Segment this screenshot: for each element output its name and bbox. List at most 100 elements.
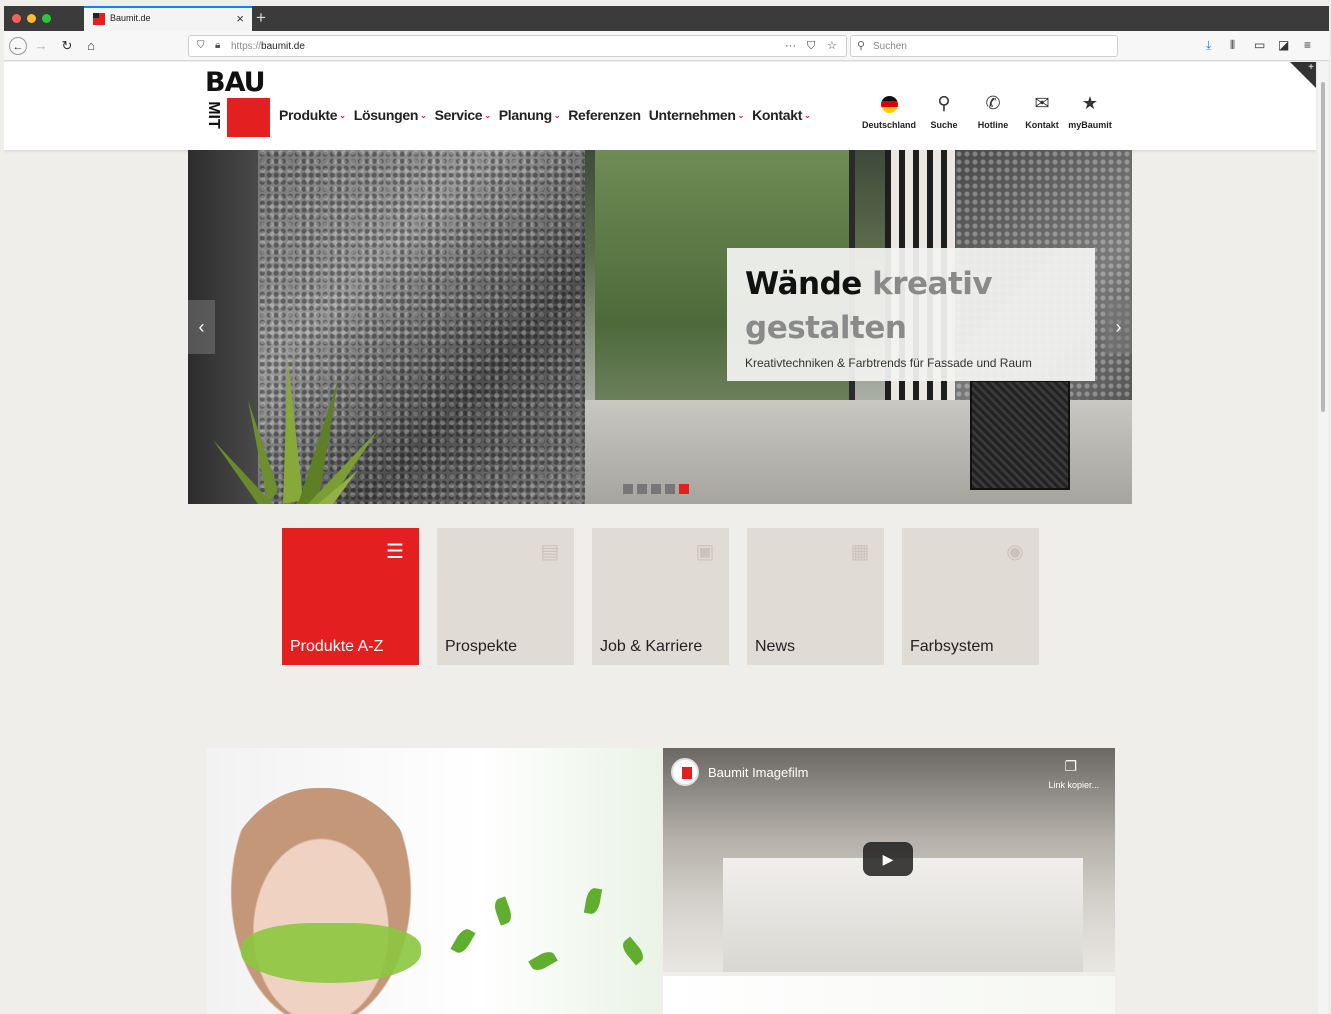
chevron-down-icon: ⌄	[339, 111, 346, 120]
hero-caption[interactable]: Wände kreativ gestalten Kreativtechniken …	[727, 248, 1095, 381]
play-icon: ▶	[882, 851, 894, 867]
mybaumit-label: myBaumit	[1068, 120, 1112, 130]
chevron-right-icon: ›	[1115, 317, 1122, 337]
nav-item-produkte[interactable]: Produkte ⌄	[279, 107, 346, 123]
hero-subtitle: Kreativtechniken & Farbtrends für Fassad…	[745, 356, 1032, 370]
hero-image-chair	[970, 380, 1070, 490]
slider-dots	[623, 484, 689, 494]
lower-teaser-image[interactable]	[663, 976, 1115, 1014]
channel-logo-icon[interactable]	[671, 758, 699, 786]
page-content: + BAU MIT Produkte ⌄ Lösungen ⌄ Service ⌄ P…	[4, 62, 1316, 1014]
nav-item-loesungen[interactable]: Lösungen ⌄	[354, 107, 427, 123]
hero-slider[interactable]: Wände kreativ gestalten Kreativtechniken …	[188, 150, 1132, 504]
newspaper-icon: ▦	[850, 541, 870, 563]
forward-button[interactable]: →	[32, 37, 50, 55]
tile-label: News	[755, 638, 796, 655]
lock-icon[interactable]: 🔒︎	[215, 40, 220, 52]
chevron-left-icon: ‹	[198, 317, 205, 337]
nav-item-referenzen[interactable]: Referenzen	[568, 107, 641, 123]
tile-prospekte[interactable]: ▤ Prospekte	[437, 528, 574, 665]
zoom-window-button[interactable]	[42, 14, 51, 23]
pocket-icon[interactable]: ⛉	[807, 39, 815, 53]
browser-tab[interactable]: Baumit.de ×	[84, 6, 252, 31]
video-player[interactable]: Baumit Imagefilm ❐ Link kopier... ▶	[663, 748, 1115, 972]
title-bar: Baumit.de × +	[4, 6, 1329, 31]
nav-item-unternehmen[interactable]: Unternehmen ⌄	[649, 107, 745, 123]
copy-link-icon[interactable]: ❐	[1064, 758, 1077, 775]
tile-label: Job & Karriere	[600, 638, 703, 655]
nav-item-service[interactable]: Service ⌄	[435, 107, 491, 123]
hero-plant-image	[213, 360, 378, 504]
page-scrollbar[interactable]	[1318, 62, 1328, 1014]
chevron-down-icon: ⌄	[484, 111, 491, 120]
favicon-icon	[93, 13, 105, 25]
tile-news[interactable]: ▦ News	[747, 528, 884, 665]
slider-prev-button[interactable]: ‹	[188, 300, 215, 354]
tile-label: Produkte A-Z	[290, 638, 384, 655]
tile-label: Farbsystem	[910, 638, 994, 655]
close-tab-icon[interactable]: ×	[236, 11, 244, 27]
chevron-down-icon: ⌄	[553, 111, 561, 120]
star-icon: ★	[1081, 93, 1099, 113]
germany-flag-icon	[880, 95, 898, 113]
reload-button[interactable]: ↻	[58, 37, 76, 55]
new-tab-button[interactable]: +	[256, 8, 266, 28]
tab-title: Baumit.de	[110, 13, 151, 23]
url-bar[interactable]: ⛉ 🔒︎ https://baumit.de ··· ⛉ ☆	[188, 35, 847, 57]
tile-farbsystem[interactable]: ◉ Farbsystem	[902, 528, 1039, 665]
chevron-down-icon: ⌄	[737, 111, 745, 120]
palette-icon: ◉	[1006, 541, 1024, 563]
back-button[interactable]: ←	[9, 37, 27, 55]
promo-leaf-image	[528, 948, 558, 974]
corner-tab-icon[interactable]: +	[1290, 62, 1316, 88]
list-icon: ☰	[386, 541, 404, 563]
quick-links: ☰ Produkte A-Z ▤ Prospekte ▣ Job & Karri…	[282, 528, 1039, 665]
page-actions-icon[interactable]: ···	[785, 39, 796, 53]
slider-next-button[interactable]: ›	[1105, 300, 1132, 354]
logo-text-side: MIT	[204, 101, 222, 129]
mybaumit-button[interactable]: ★ myBaumit	[1060, 92, 1120, 130]
nav-item-kontakt[interactable]: Kontakt ⌄	[752, 107, 811, 123]
play-button[interactable]: ▶	[863, 842, 913, 876]
minimize-window-button[interactable]	[27, 14, 36, 23]
slider-dot[interactable]	[679, 484, 689, 494]
promo-image[interactable]	[206, 748, 661, 1014]
promo-leaf-mask-image	[241, 923, 421, 983]
slider-dot[interactable]	[623, 484, 633, 494]
browser-window: Baumit.de × + ← → ↻ ⌂ ⛉ 🔒︎ https://baumi…	[0, 0, 1331, 1014]
chevron-down-icon: ⌄	[420, 111, 427, 120]
search-icon: ⚲	[857, 40, 866, 52]
library-icon[interactable]: ⫴	[1230, 38, 1235, 52]
video-title[interactable]: Baumit Imagefilm	[708, 765, 808, 780]
search-bar[interactable]: ⚲ Suchen	[850, 35, 1118, 57]
slider-dot[interactable]	[665, 484, 675, 494]
gallery-icon: ▤	[540, 541, 560, 563]
tile-job-karriere[interactable]: ▣ Job & Karriere	[592, 528, 729, 665]
slider-dot[interactable]	[651, 484, 661, 494]
menu-icon[interactable]: ≡	[1304, 38, 1311, 52]
downloads-icon[interactable]: ⤓	[1206, 38, 1211, 52]
country-label: Deutschland	[861, 120, 916, 130]
logo-red-square	[227, 98, 270, 137]
site-header: + BAU MIT Produkte ⌄ Lösungen ⌄ Service ⌄ P…	[4, 62, 1316, 150]
extension-icon[interactable]: ◪	[1278, 38, 1289, 52]
promo-leaf-image	[450, 926, 476, 956]
close-window-button[interactable]	[12, 14, 21, 23]
logo-text-top: BAU	[205, 67, 266, 98]
sidebar-icon[interactable]: ▭	[1254, 38, 1265, 52]
promo-leaf-image	[619, 936, 647, 966]
scrollbar-thumb[interactable]	[1321, 82, 1325, 412]
slider-dot[interactable]	[637, 484, 647, 494]
search-placeholder: Suchen	[873, 41, 907, 52]
nav-item-planung[interactable]: Planung ⌄	[499, 107, 561, 123]
briefcase-icon: ▣	[695, 541, 715, 563]
promo-leaf-image	[491, 896, 515, 926]
country-selector[interactable]: Deutschland	[859, 92, 919, 130]
baumit-logo[interactable]: BAU MIT	[204, 67, 271, 138]
shield-icon[interactable]: ⛉	[197, 40, 205, 52]
home-button[interactable]: ⌂	[82, 37, 100, 55]
browser-toolbar: ← → ↻ ⌂ ⛉ 🔒︎ https://baumit.de ··· ⛉ ☆ ⚲…	[4, 31, 1329, 61]
copy-link-label[interactable]: Link kopier...	[1048, 780, 1099, 790]
tile-produkte-a-z[interactable]: ☰ Produkte A-Z	[282, 528, 419, 665]
bookmark-star-icon[interactable]: ☆	[827, 39, 837, 53]
